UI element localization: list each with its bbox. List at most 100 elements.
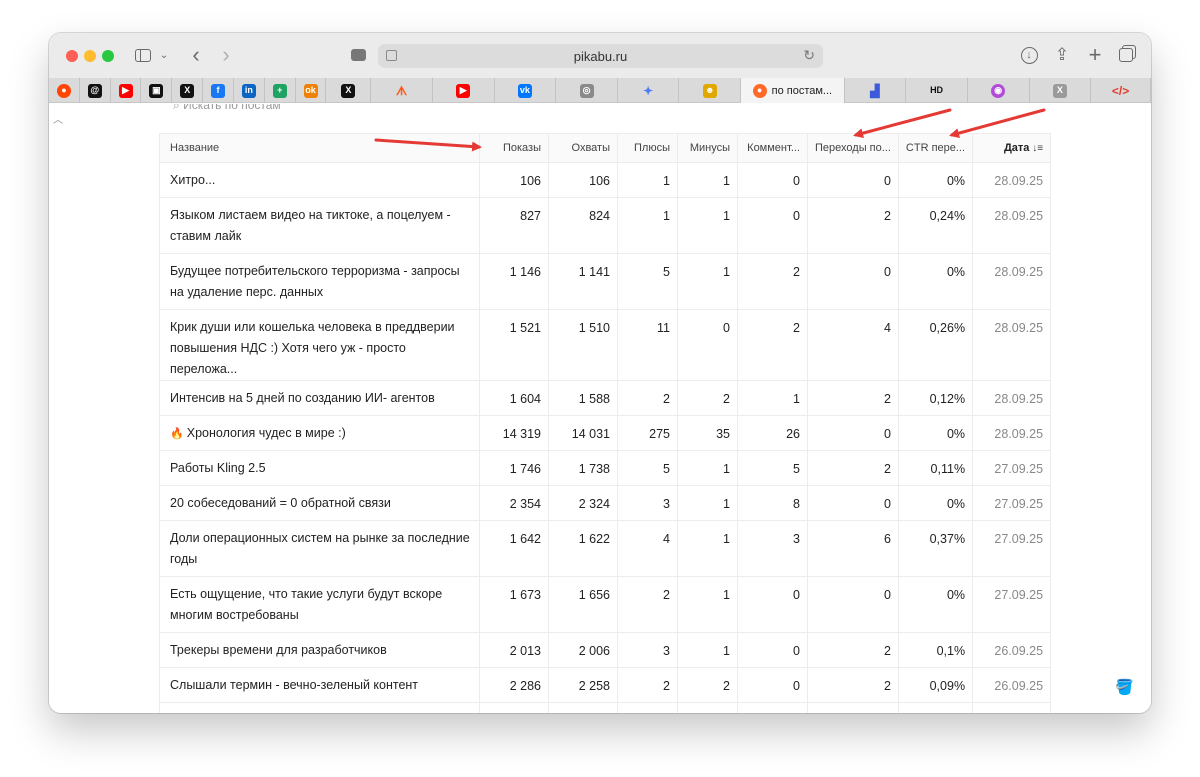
minus-value: 1 bbox=[723, 174, 730, 188]
tab[interactable]: X bbox=[172, 78, 204, 103]
cell-post-title[interactable]: Есть ощущение, что такие услуги будут вс… bbox=[159, 576, 480, 633]
table-row[interactable]: 20 собеседований = 0 обратной связи 2 354… bbox=[159, 485, 1052, 521]
column-header-ctr[interactable]: CTR пере... bbox=[897, 133, 974, 163]
clicks-value: 2 bbox=[883, 679, 891, 693]
cell-comments: 8 bbox=[737, 485, 808, 521]
address-bar[interactable]: pikabu.ru ↻ bbox=[378, 44, 823, 68]
date-value: 27.09.25 bbox=[994, 462, 1044, 476]
cell-views: 1 642 bbox=[479, 520, 549, 577]
tab-active[interactable]: ● по постам... bbox=[741, 78, 845, 103]
table-row[interactable]: Cloudflare решила добавить очередной сер… bbox=[159, 702, 1052, 713]
back-button[interactable]: ‹ bbox=[186, 42, 206, 67]
column-header-views[interactable]: Показы bbox=[479, 133, 549, 163]
tab[interactable]: ▶ bbox=[433, 78, 495, 103]
forward-button[interactable]: › bbox=[216, 42, 236, 67]
tab[interactable]: ☻ bbox=[679, 78, 742, 103]
cell-minus: 35 bbox=[677, 415, 738, 451]
sidebar-toggle-button[interactable] bbox=[133, 43, 153, 67]
close-window-button[interactable] bbox=[66, 50, 78, 62]
tab[interactable]: </> bbox=[1091, 78, 1151, 103]
post-title: Интенсив на 5 дней по созданию ИИ- агент… bbox=[170, 391, 435, 405]
tab[interactable]: ✦ bbox=[618, 78, 680, 103]
post-title: Слышали термин - вечно-зеленый контент bbox=[170, 678, 419, 692]
table-row[interactable]: Языком листаем видео на тиктоке, а поцел… bbox=[159, 197, 1052, 254]
cell-plus: 2 bbox=[617, 380, 678, 416]
tab[interactable]: ◎ bbox=[556, 78, 618, 103]
minimize-window-button[interactable] bbox=[84, 50, 96, 62]
sort-descending-icon[interactable]: ↓≡ bbox=[1029, 143, 1043, 154]
column-header-clicks[interactable]: Переходы по... bbox=[807, 133, 899, 163]
table-row[interactable]: Трекеры времени для разработчиков 2 013 2 … bbox=[159, 632, 1052, 668]
tab[interactable]: ▣ bbox=[141, 78, 173, 103]
table-row[interactable]: Есть ощущение, что такие услуги будут вс… bbox=[159, 576, 1052, 633]
cell-ctr: 0,09% bbox=[897, 667, 974, 703]
cell-clicks: 0 bbox=[807, 576, 899, 633]
clicks-value: 2 bbox=[883, 462, 891, 476]
tab[interactable]: @ bbox=[80, 78, 111, 103]
table-row[interactable]: Доли операционных систем на рынке за пос… bbox=[159, 520, 1052, 577]
cell-post-title[interactable]: 20 собеседований = 0 обратной связи bbox=[159, 485, 480, 521]
new-tab-icon[interactable]: + bbox=[1085, 42, 1105, 67]
column-header-comments[interactable]: Коммент... bbox=[737, 133, 808, 163]
comments-value: 5 bbox=[793, 462, 800, 476]
tab[interactable]: f bbox=[203, 78, 234, 103]
cell-plus: 1 bbox=[617, 162, 678, 198]
column-header-date[interactable]: Дата ↓≡ bbox=[972, 133, 1052, 163]
cell-post-title[interactable]: Хитро... bbox=[159, 162, 480, 198]
table-row[interactable]: Работы Kling 2.5 1 746 1 738 5 1 5 2 0,11% 27.09… bbox=[159, 450, 1052, 486]
cell-post-title[interactable]: Доли операционных систем на рынке за пос… bbox=[159, 520, 480, 577]
tab[interactable]: ok bbox=[296, 78, 327, 103]
cell-post-title[interactable]: Языком листаем видео на тиктоке, а поцел… bbox=[159, 197, 480, 254]
zoom-window-button[interactable] bbox=[102, 50, 114, 62]
views-value: 1 673 bbox=[509, 588, 541, 602]
reload-icon[interactable]: ↻ bbox=[803, 47, 815, 64]
paint-bucket-icon[interactable]: 🪣 bbox=[1115, 678, 1134, 696]
cell-post-title[interactable]: Слышали термин - вечно-зеленый контент bbox=[159, 667, 480, 703]
chevron-up-icon[interactable]: ︿ bbox=[53, 111, 63, 126]
cell-ctr: 0,37% bbox=[897, 520, 974, 577]
tab[interactable]: ▟ bbox=[845, 78, 907, 103]
cell-post-title[interactable]: Работы Kling 2.5 bbox=[159, 450, 480, 486]
comments-value: 0 bbox=[793, 588, 800, 602]
tab[interactable]: ◉ bbox=[968, 78, 1030, 103]
tab[interactable]: in bbox=[234, 78, 265, 103]
extension-icon[interactable] bbox=[348, 43, 368, 67]
share-icon[interactable]: ⇪ bbox=[1052, 43, 1072, 67]
tab[interactable]: X bbox=[326, 78, 372, 103]
table-row[interactable]: Хитро... 106 106 1 1 0 0 0% 28.09.25 bbox=[159, 162, 1052, 198]
table-row[interactable]: Слышали термин - вечно-зеленый контент 2 … bbox=[159, 667, 1052, 703]
cell-post-title[interactable]: Интенсив на 5 дней по созданию ИИ- агент… bbox=[159, 380, 480, 416]
column-header-plus[interactable]: Плюсы bbox=[617, 133, 678, 163]
clicks-value: 0 bbox=[883, 588, 891, 602]
reach-value: 1 141 bbox=[578, 265, 610, 279]
tab[interactable]: vk bbox=[495, 78, 557, 103]
cell-post-title[interactable]: Трекеры времени для разработчиков bbox=[159, 632, 480, 668]
tab[interactable]: ▶ bbox=[111, 78, 142, 103]
table-row[interactable]: Будущее потребительского терроризма - за… bbox=[159, 253, 1052, 310]
table-row[interactable]: Крик души или кошелька человека в преддв… bbox=[159, 309, 1052, 381]
cell-post-title[interactable]: Крик души или кошелька человека в преддв… bbox=[159, 309, 480, 381]
tab-overview-icon[interactable] bbox=[1116, 43, 1136, 67]
cell-ctr: 0% bbox=[897, 415, 974, 451]
cell-post-title[interactable]: Будущее потребительского терроризма - за… bbox=[159, 253, 480, 310]
tab[interactable]: + bbox=[265, 78, 296, 103]
cell-post-title[interactable]: 🔥 Хронология чудес в мире :) bbox=[159, 415, 480, 451]
face-icon: ☻ bbox=[702, 83, 717, 98]
column-header-minus[interactable]: Минусы bbox=[677, 133, 738, 163]
tab[interactable]: X bbox=[1030, 78, 1092, 103]
cell-clicks: 0 bbox=[807, 253, 899, 310]
downloads-icon[interactable]: ↓ bbox=[1019, 43, 1039, 67]
column-header-name[interactable]: Название bbox=[159, 133, 480, 163]
tab[interactable]: HD bbox=[906, 78, 968, 103]
column-header-reach[interactable]: Охваты bbox=[548, 133, 618, 163]
cell-clicks: 2 bbox=[807, 667, 899, 703]
plus-value: 4 bbox=[663, 532, 670, 546]
tab[interactable]: ● bbox=[49, 78, 80, 103]
cell-post-title[interactable]: Cloudflare решила добавить очередной сер… bbox=[159, 702, 480, 713]
tab[interactable]: ᗑ bbox=[371, 78, 433, 103]
cell-date: 26.09.25 bbox=[972, 702, 1052, 713]
search-input[interactable]: ⌕ Искать по постам bbox=[173, 104, 281, 113]
table-row[interactable]: 🔥 Хронология чудес в мире :) 14 319 14 031… bbox=[159, 415, 1052, 451]
chevron-down-icon[interactable]: ⌄ bbox=[157, 43, 171, 67]
table-row[interactable]: Интенсив на 5 дней по созданию ИИ- агент… bbox=[159, 380, 1052, 416]
